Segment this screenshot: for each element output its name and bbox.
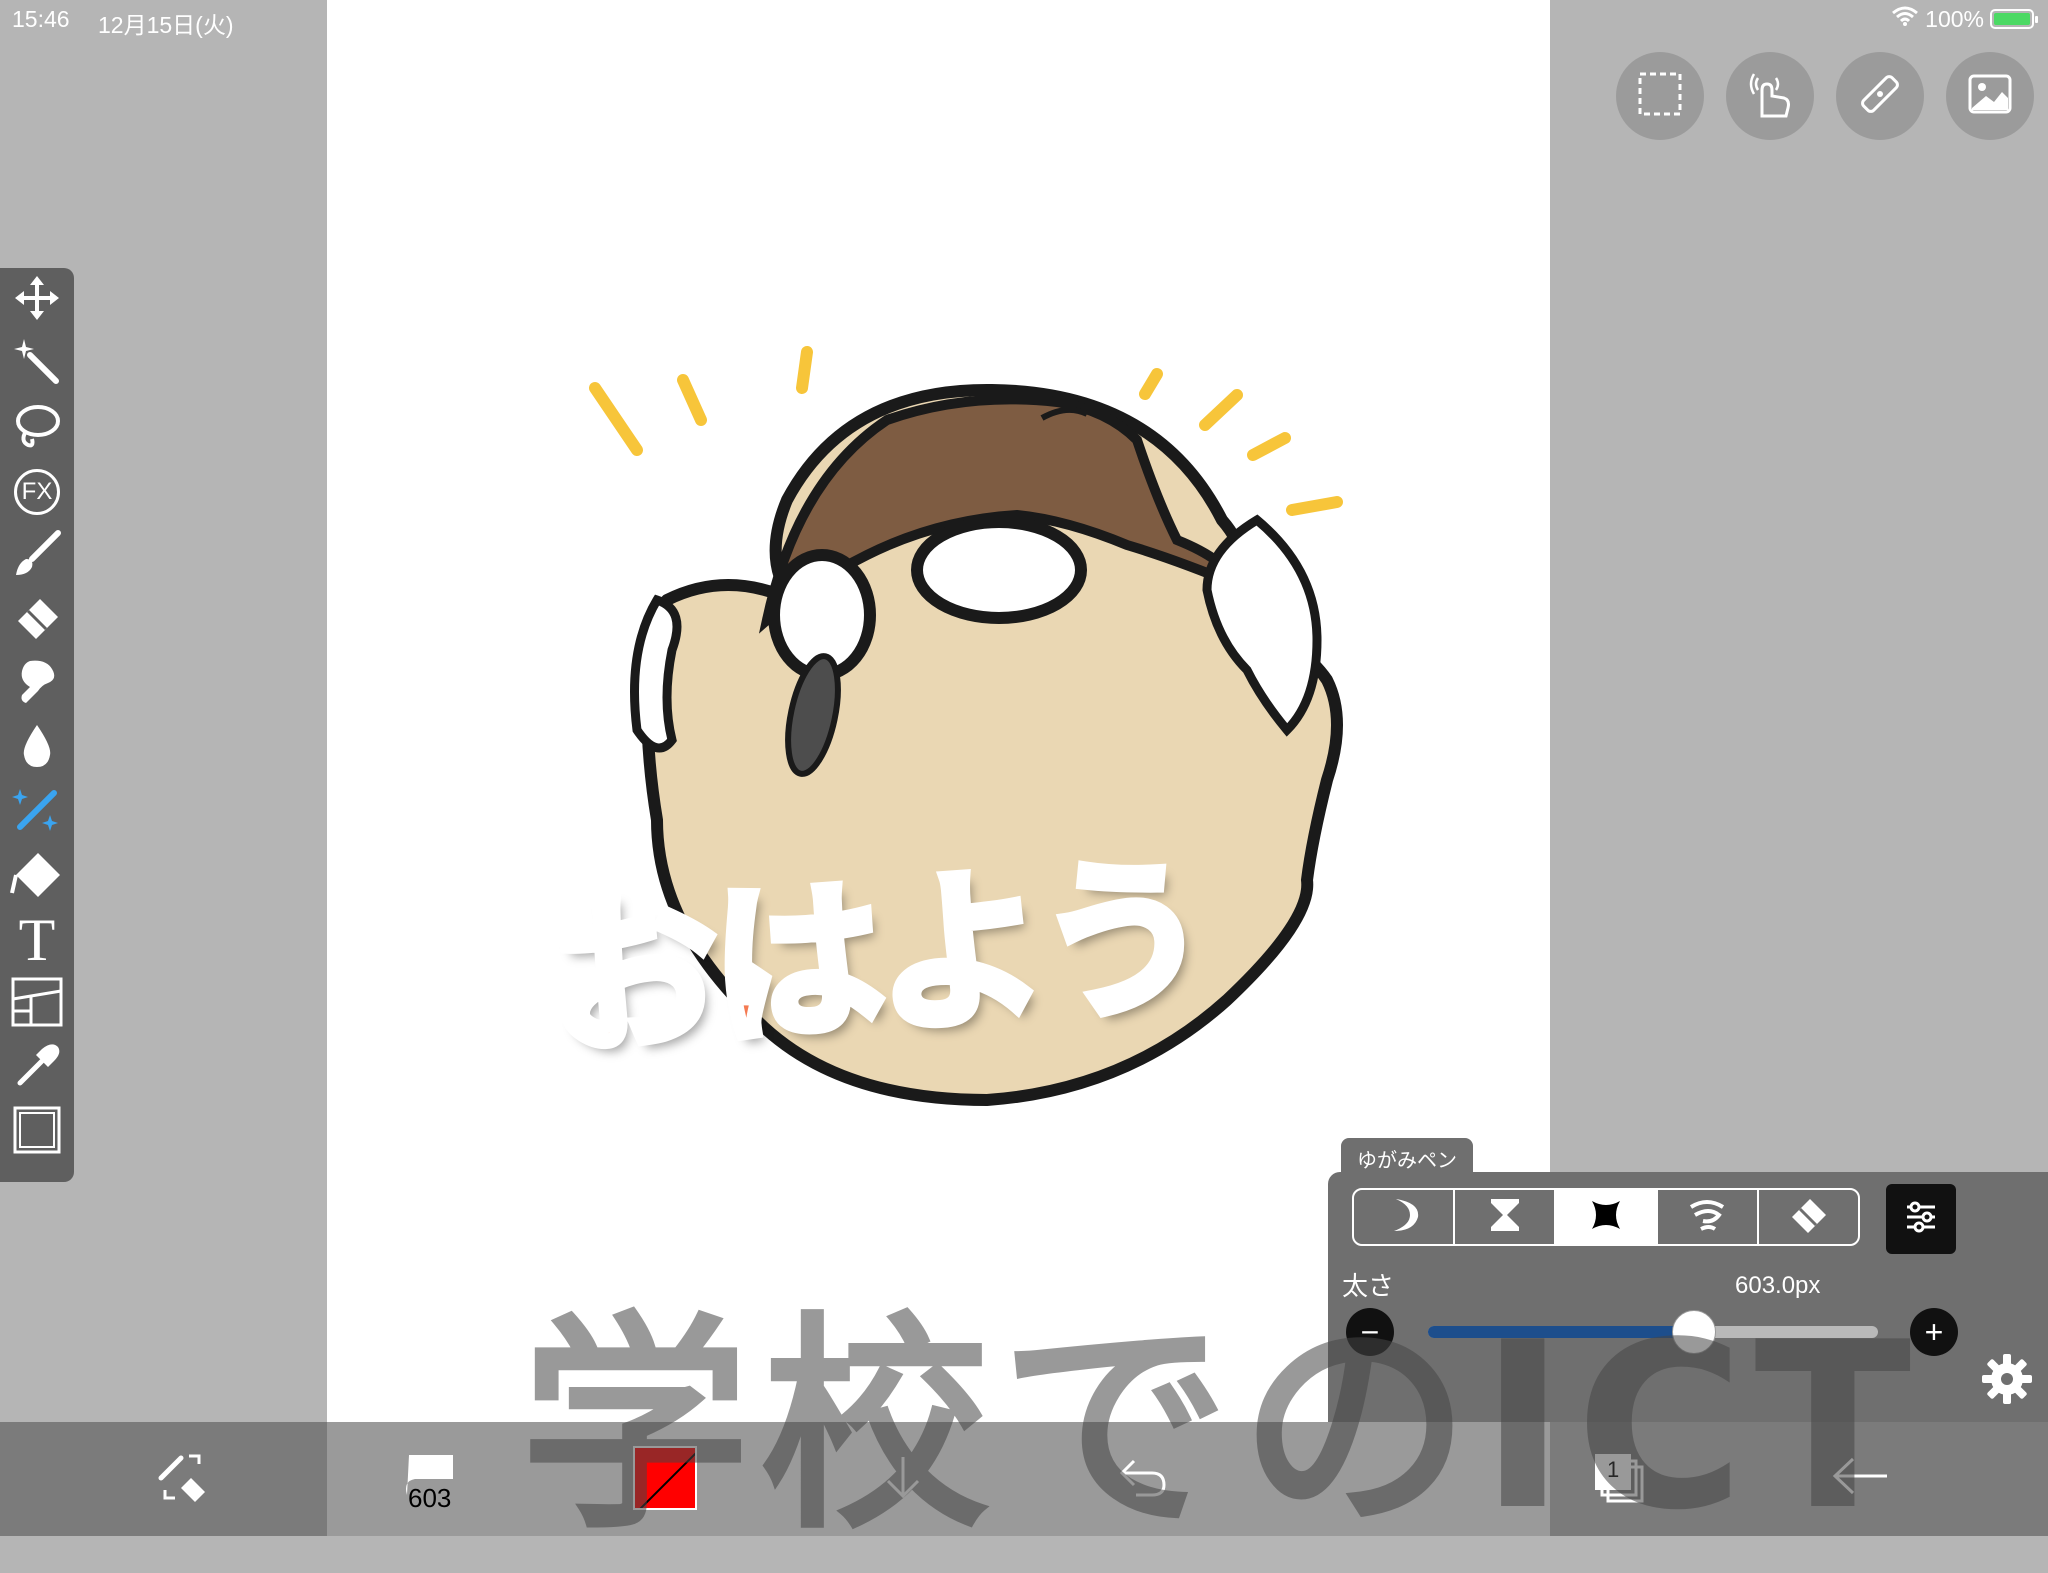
tool-filter[interactable]: FX — [0, 460, 74, 524]
brush-type-swirl[interactable] — [1658, 1190, 1759, 1244]
sticker-text: おはよう — [537, 832, 1215, 1085]
hourglass-icon — [1485, 1195, 1525, 1240]
battery-icon — [1990, 9, 2038, 29]
settings-button[interactable] — [1980, 1352, 2034, 1411]
quick-access-button[interactable] — [150, 1446, 220, 1510]
brush-type-selector — [1352, 1188, 1860, 1246]
tool-text[interactable]: T — [0, 908, 74, 972]
brush-type-crescent[interactable] — [1354, 1190, 1456, 1244]
status-time: 15:46 — [12, 6, 70, 32]
frame-icon — [11, 977, 63, 1032]
smudge-icon — [12, 657, 62, 712]
tool-frame-divider[interactable] — [0, 972, 74, 1036]
brush-size-indicator: 603 — [408, 1483, 452, 1513]
status-indicators: 100% — [1891, 5, 2038, 33]
selection-rect-icon — [1636, 70, 1684, 123]
tool-blur[interactable] — [0, 716, 74, 780]
tool-transform[interactable] — [0, 268, 74, 332]
status-date: 12月15日(火) — [98, 12, 234, 38]
brush-eraser-swap-icon — [155, 1448, 215, 1509]
drop-icon — [12, 721, 62, 776]
move-arrows-icon — [12, 273, 62, 328]
ruler-icon — [1854, 68, 1906, 125]
gesture-button[interactable] — [1726, 52, 1814, 140]
tool-brush[interactable] — [0, 524, 74, 588]
bucket-icon — [10, 847, 64, 906]
tool-eyedropper[interactable] — [0, 1036, 74, 1100]
sparkle-brush-icon — [10, 783, 64, 842]
sliders-icon — [1901, 1197, 1941, 1242]
material-button[interactable] — [1946, 52, 2034, 140]
brush-type-hourglass[interactable] — [1455, 1190, 1557, 1244]
text-icon: T — [18, 907, 56, 973]
tool-smudge[interactable] — [0, 652, 74, 716]
image-icon — [1966, 70, 2014, 123]
tool-magic-wand[interactable] — [0, 332, 74, 396]
tool-fill[interactable] — [0, 844, 74, 908]
fx-icon: FX — [14, 469, 60, 515]
character-eye-right — [911, 516, 1087, 624]
magic-wand-icon — [12, 337, 62, 392]
tool-eraser[interactable] — [0, 588, 74, 652]
ruler-button[interactable] — [1836, 52, 1924, 140]
brush-icon — [12, 529, 62, 584]
eraser-icon — [1788, 1195, 1828, 1240]
lasso-icon — [12, 401, 62, 456]
tool-canvas[interactable] — [0, 1100, 74, 1164]
battery-percent: 100% — [1925, 5, 1984, 32]
eyedropper-icon — [12, 1041, 62, 1096]
canvas-icon — [12, 1105, 62, 1160]
eraser-icon — [12, 593, 62, 648]
watermark-text: 学校でのICT — [520, 1294, 1922, 1561]
gear-icon — [1980, 1354, 2034, 1410]
status-bar: 15:46 12月15日(火) 100% — [0, 0, 2048, 40]
tool-special-brush[interactable] — [0, 780, 74, 844]
left-toolbar: FX T — [0, 268, 74, 1182]
tool-lasso[interactable] — [0, 396, 74, 460]
hand-touch-icon — [1744, 68, 1796, 125]
crescent-icon — [1384, 1195, 1424, 1240]
brush-type-eraser[interactable] — [1759, 1190, 1858, 1244]
swirl-icon — [1687, 1195, 1727, 1240]
wifi-icon — [1891, 5, 1919, 33]
pinch-icon — [1586, 1195, 1626, 1240]
top-tools — [1616, 52, 2034, 140]
selection-button[interactable] — [1616, 52, 1704, 140]
brush-type-pinch[interactable] — [1556, 1190, 1658, 1244]
